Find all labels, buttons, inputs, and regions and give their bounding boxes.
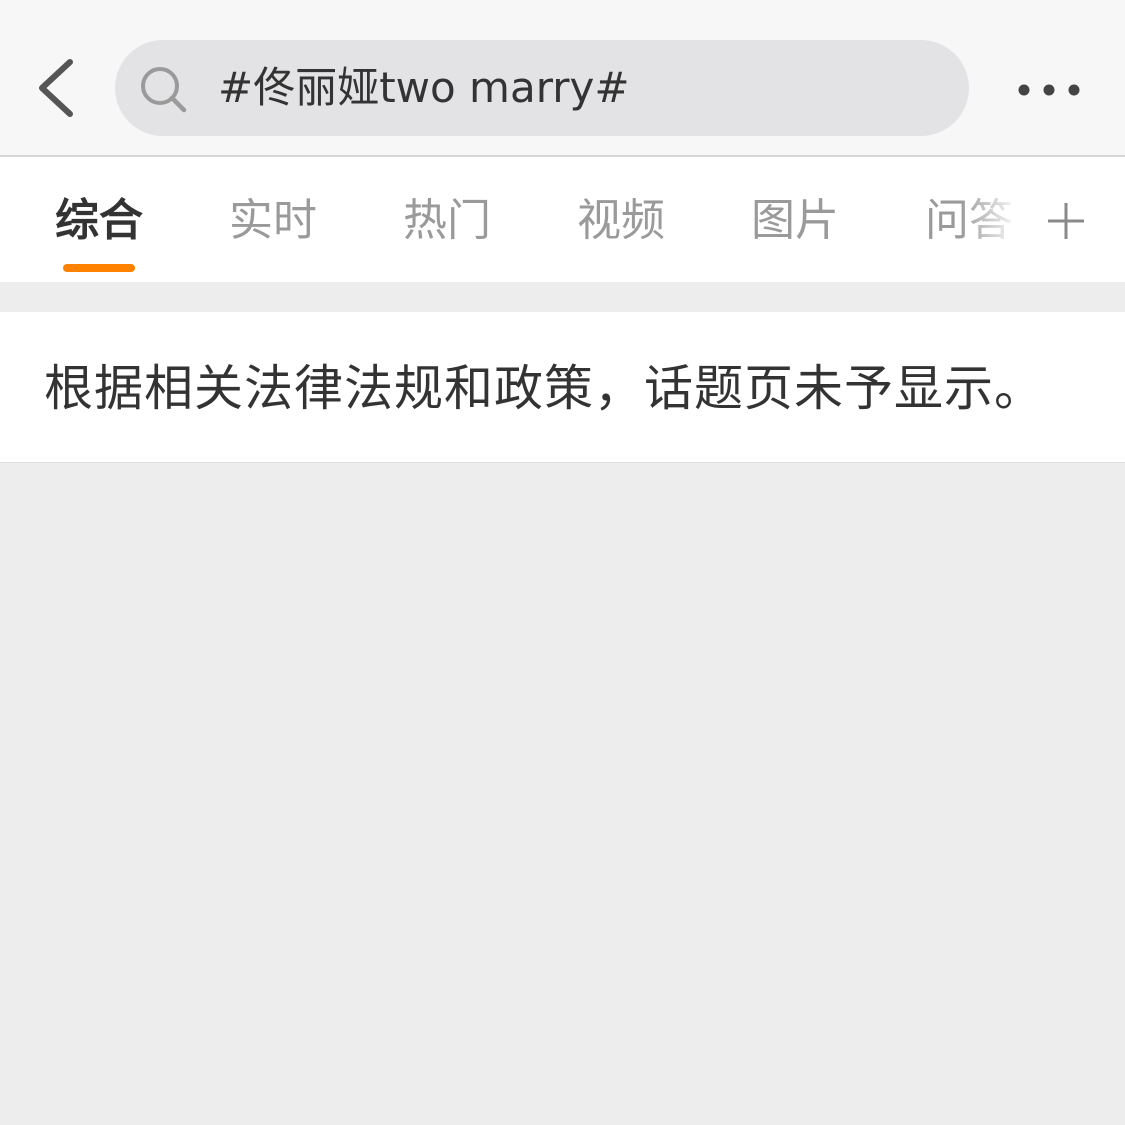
notice-card: 根据相关法律法规和政策，话题页未予显示。: [0, 312, 1125, 463]
tab-hot[interactable]: 热门: [403, 193, 491, 249]
tab-scroll-fade: [960, 157, 1020, 282]
tab-video[interactable]: 视频: [577, 193, 665, 249]
search-query-text[interactable]: #佟丽娅two marry#: [218, 62, 630, 114]
more-horizontal-icon: [1018, 84, 1080, 96]
more-options-button[interactable]: [1008, 70, 1092, 110]
search-icon: [141, 67, 187, 113]
tab-pictures[interactable]: 图片: [751, 193, 839, 249]
tab-realtime[interactable]: 实时: [229, 193, 317, 249]
plus-icon: [1048, 203, 1084, 239]
chevron-left-icon: [39, 59, 73, 117]
add-tab-button[interactable]: [1020, 157, 1125, 282]
notice-text: 根据相关法律法规和政策，话题页未予显示。: [44, 360, 1045, 417]
active-tab-indicator: [63, 264, 135, 272]
screen: #佟丽娅two marry# 综合 实时 热门 视频 图片 问答 根据相关法律法…: [0, 0, 1125, 1125]
tab-bar: 综合 实时 热门 视频 图片 问答: [0, 157, 1125, 282]
back-button[interactable]: [28, 52, 88, 124]
tab-comprehensive[interactable]: 综合: [55, 193, 143, 249]
top-bar: #佟丽娅two marry#: [0, 0, 1125, 157]
